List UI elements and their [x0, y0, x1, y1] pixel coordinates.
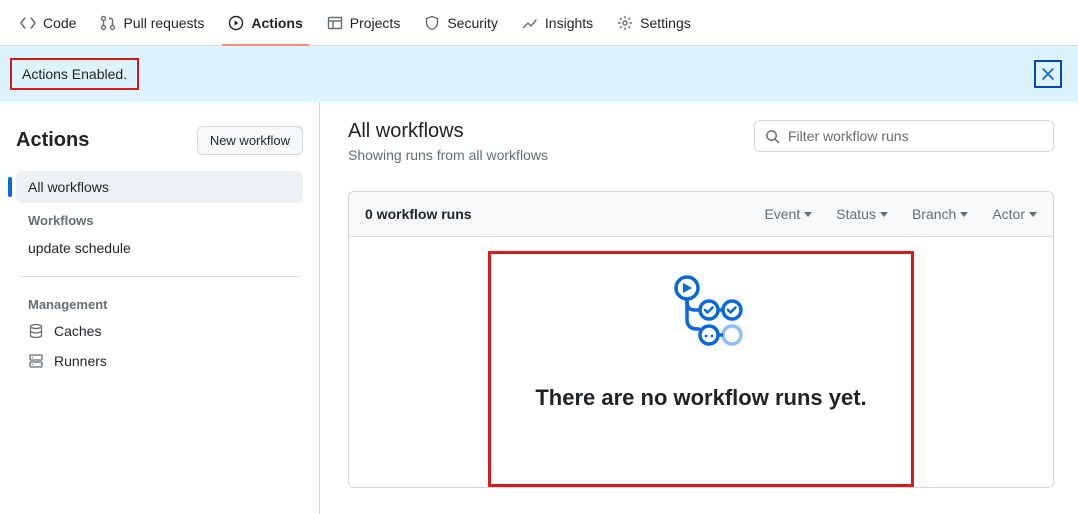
graph-icon — [522, 15, 538, 31]
runs-count: 0 workflow runs — [365, 206, 472, 222]
workflow-illustration — [659, 274, 743, 357]
empty-state-text: There are no workflow runs yet. — [535, 385, 866, 411]
caret-down-icon — [880, 212, 888, 217]
sidebar-item-label: Runners — [54, 353, 107, 369]
search-icon — [765, 129, 780, 144]
server-icon — [28, 353, 44, 369]
runs-list-header: 0 workflow runs Event Status Branch — [349, 192, 1053, 237]
tab-settings[interactable]: Settings — [609, 0, 699, 45]
runs-list-body: There are no workflow runs yet. — [349, 237, 1053, 487]
page-subtitle: Showing runs from all workflows — [348, 147, 548, 163]
tab-security[interactable]: Security — [416, 0, 506, 45]
filter-branch[interactable]: Branch — [912, 206, 968, 222]
caret-down-icon — [1029, 212, 1037, 217]
page-title: All workflows — [348, 120, 548, 143]
sidebar-all-workflows[interactable]: All workflows — [16, 171, 303, 203]
table-icon — [327, 15, 343, 31]
database-icon — [28, 323, 44, 339]
tab-label: Projects — [350, 16, 401, 30]
main-header: All workflows Showing runs from all work… — [348, 120, 1054, 163]
search-input[interactable] — [788, 128, 1043, 144]
filter-status[interactable]: Status — [836, 206, 888, 222]
banner-text: Actions Enabled. — [22, 66, 127, 82]
filter-label: Event — [764, 206, 800, 222]
code-icon — [20, 15, 36, 31]
tab-insights[interactable]: Insights — [514, 0, 601, 45]
tab-label: Code — [43, 16, 76, 30]
empty-state-highlight: There are no workflow runs yet. — [488, 251, 913, 487]
sidebar-header: Actions New workflow — [16, 126, 303, 155]
sidebar-divider — [20, 276, 299, 277]
sidebar-item-label: Caches — [54, 323, 101, 339]
filter-event[interactable]: Event — [764, 206, 812, 222]
actions-sidebar: Actions New workflow All workflows Workf… — [0, 102, 320, 514]
sidebar-workflow-item[interactable]: update schedule — [16, 232, 303, 264]
sidebar-group-management: Management — [16, 289, 303, 316]
search-box[interactable] — [754, 120, 1054, 152]
filter-label: Branch — [912, 206, 956, 222]
tab-label: Insights — [545, 16, 593, 30]
new-workflow-button[interactable]: New workflow — [197, 126, 303, 155]
play-circle-icon — [228, 15, 244, 31]
filter-label: Actor — [992, 206, 1025, 222]
filter-label: Status — [836, 206, 876, 222]
repo-topnav: Code Pull requests Actions Projects Secu… — [0, 0, 1078, 46]
tab-actions[interactable]: Actions — [220, 0, 310, 45]
runs-list: 0 workflow runs Event Status Branch — [348, 191, 1054, 488]
main-area: All workflows Showing runs from all work… — [320, 102, 1078, 514]
flash-banner: Actions Enabled. — [0, 46, 1078, 102]
page-content: Actions New workflow All workflows Workf… — [0, 102, 1078, 514]
tab-projects[interactable]: Projects — [319, 0, 409, 45]
sidebar-runners[interactable]: Runners — [16, 346, 303, 376]
git-pull-request-icon — [100, 15, 116, 31]
main-title-block: All workflows Showing runs from all work… — [348, 120, 548, 163]
banner-close-button[interactable] — [1038, 64, 1058, 84]
caret-down-icon — [804, 212, 812, 217]
close-icon — [1041, 67, 1055, 81]
filter-actor[interactable]: Actor — [992, 206, 1037, 222]
runs-filters: Event Status Branch Actor — [764, 206, 1037, 222]
sidebar-caches[interactable]: Caches — [16, 316, 303, 346]
banner-close-highlight — [1034, 60, 1062, 88]
sidebar-title: Actions — [16, 129, 89, 152]
tab-code[interactable]: Code — [12, 0, 84, 45]
shield-icon — [424, 15, 440, 31]
tab-label: Settings — [640, 16, 691, 30]
tab-label: Pull requests — [123, 16, 204, 30]
sidebar-group-workflows: Workflows — [16, 205, 303, 232]
gear-icon — [617, 15, 633, 31]
banner-highlight: Actions Enabled. — [10, 58, 139, 90]
tab-pullrequests[interactable]: Pull requests — [92, 0, 212, 45]
tab-label: Security — [447, 16, 498, 30]
tab-label: Actions — [251, 16, 302, 30]
workflow-graphic-icon — [659, 274, 743, 354]
caret-down-icon — [960, 212, 968, 217]
